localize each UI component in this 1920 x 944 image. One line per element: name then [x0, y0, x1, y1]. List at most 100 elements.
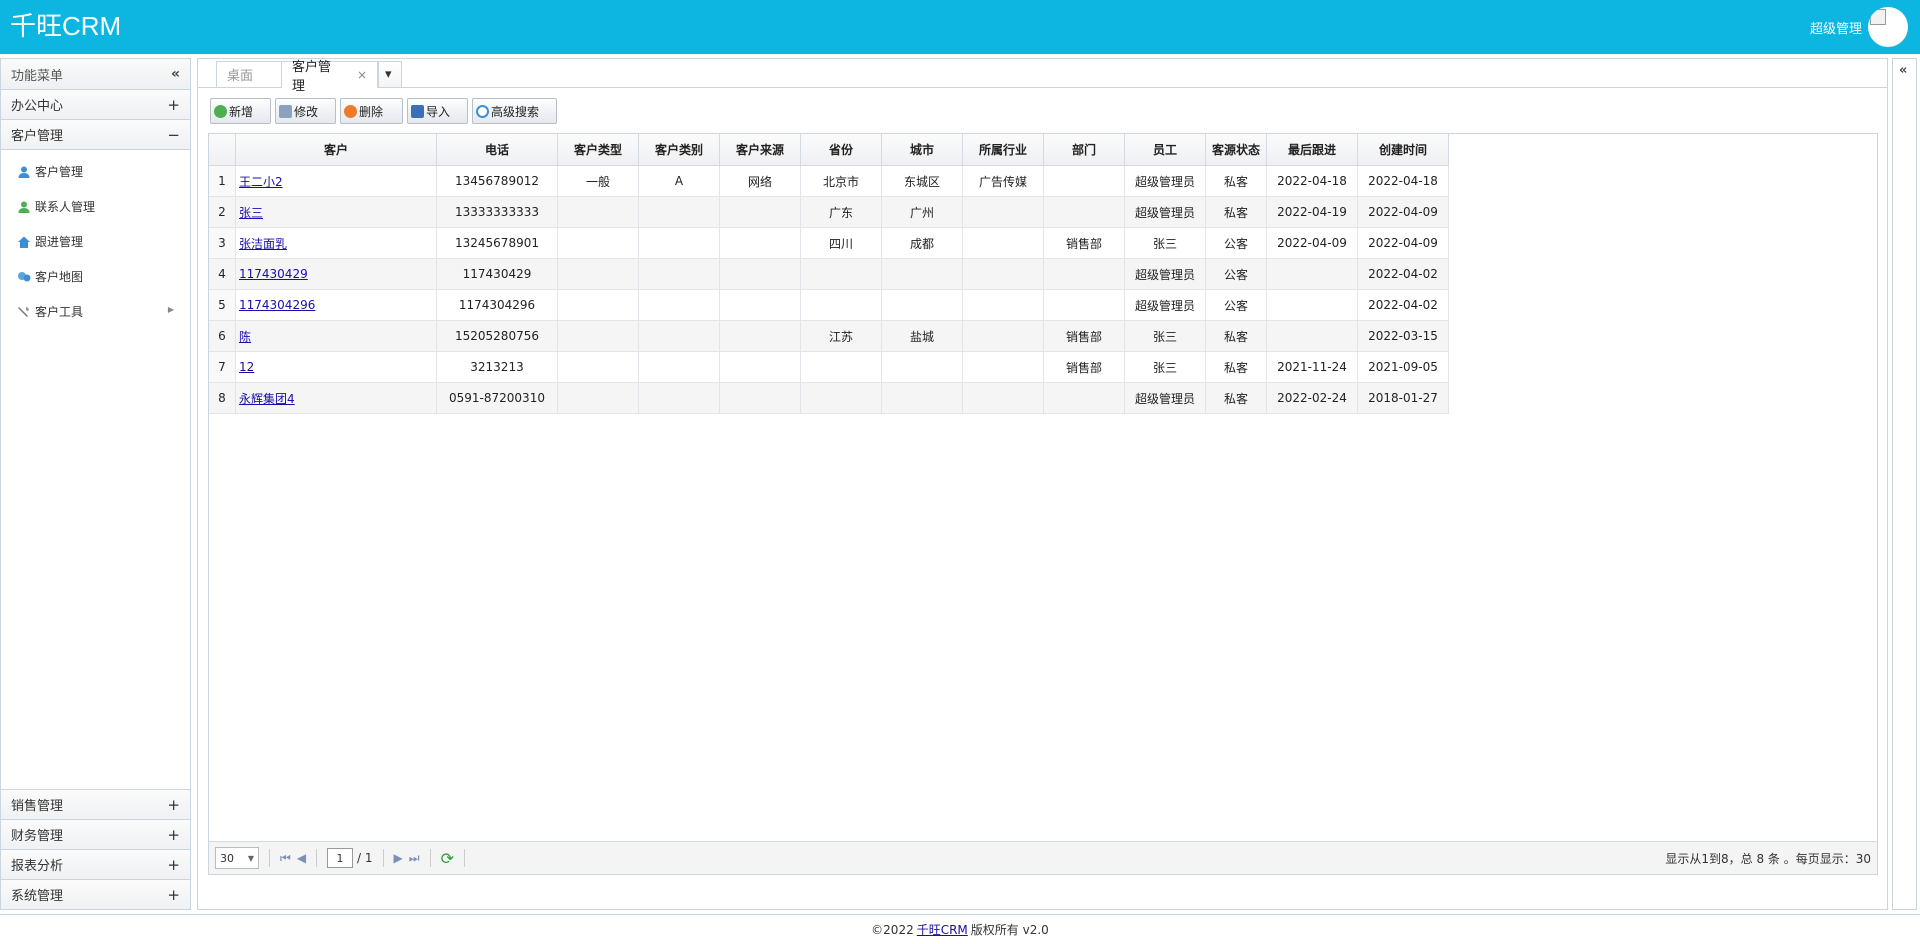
customer-link[interactable]: 12	[239, 360, 254, 374]
expand-icon[interactable]: +	[167, 856, 180, 874]
table-cell: 张三	[1124, 320, 1206, 352]
customer-name-cell[interactable]: 王二小2	[235, 165, 437, 197]
table-row[interactable]: 4 117430429 117430429 超级管理员 公客 2022-04-02	[209, 258, 1449, 290]
sidebar-section-sales[interactable]: 销售管理 +	[1, 789, 190, 819]
customer-link[interactable]: 1174304296	[239, 298, 315, 312]
collapse-icon[interactable]: «	[171, 66, 180, 82]
advanced-search-button[interactable]: 高级搜索	[472, 98, 557, 124]
customer-name-cell[interactable]: 永辉集团4	[235, 382, 437, 414]
column-header[interactable]: 省份	[800, 134, 882, 166]
user-area[interactable]: 超级管理	[1810, 4, 1908, 50]
table-cell	[1266, 289, 1358, 321]
prev-page-icon[interactable]: ◀	[297, 851, 306, 865]
row-number: 2	[209, 196, 236, 228]
column-header[interactable]: 部门	[1043, 134, 1125, 166]
button-label: 新增	[229, 104, 254, 119]
table-row[interactable]: 5 1174304296 1174304296 超级管理员 公客 2022-04-02	[209, 289, 1449, 321]
table-cell: 117430429	[436, 258, 558, 290]
brand-logo[interactable]: 千旺CRM	[10, 8, 121, 44]
table-row[interactable]: 6 陈 15205280756 江苏 盐城 销售部 张三 私客 2022-03-15	[209, 320, 1449, 352]
customer-name-cell[interactable]: 1174304296	[235, 289, 437, 321]
expand-icon[interactable]: +	[167, 826, 180, 844]
sidebar-section-customer[interactable]: 客户管理 −	[1, 120, 190, 150]
table-row[interactable]: 2 张三 13333333333 广东 广州 超级管理员 私客 2022-04-19 2022-…	[209, 196, 1449, 228]
table-cell	[557, 227, 639, 259]
column-header[interactable]: 城市	[881, 134, 963, 166]
username[interactable]: 超级管理	[1810, 18, 1862, 37]
column-header[interactable]: 所属行业	[962, 134, 1044, 166]
close-icon[interactable]: ×	[357, 68, 367, 82]
customer-name-cell[interactable]: 张洁面乳	[235, 227, 437, 259]
tab-desktop[interactable]: 桌面	[216, 61, 282, 87]
map-icon	[18, 271, 31, 281]
import-button[interactable]: 导入	[407, 98, 468, 124]
customer-link[interactable]: 张三	[239, 206, 263, 220]
refresh-icon[interactable]: ⟳	[441, 849, 454, 868]
table-cell: 2022-04-09	[1266, 227, 1358, 259]
column-header[interactable]: 客户类型	[557, 134, 639, 166]
table-cell: 成都	[881, 227, 963, 259]
sidebar-item-contact[interactable]: 联系人管理	[1, 189, 190, 224]
column-header[interactable]: 客户来源	[719, 134, 801, 166]
page-size-select[interactable]: 30 ▼	[215, 847, 259, 869]
sidebar-item-followup[interactable]: 跟进管理	[1, 224, 190, 259]
customer-link[interactable]: 张洁面乳	[239, 237, 287, 251]
customer-link[interactable]: 陈	[239, 330, 251, 344]
column-header[interactable]: 创建时间	[1357, 134, 1449, 166]
table-cell	[638, 382, 720, 414]
sidebar-section-finance[interactable]: 财务管理 +	[1, 819, 190, 849]
chevron-down-icon: ▾	[385, 67, 392, 82]
table-cell	[638, 258, 720, 290]
table-cell	[719, 382, 801, 414]
edit-button[interactable]: 修改	[275, 98, 336, 124]
sidebar-section-reports[interactable]: 报表分析 +	[1, 849, 190, 879]
sidebar-item-customer[interactable]: 客户管理	[1, 154, 190, 189]
delete-button[interactable]: 删除	[340, 98, 403, 124]
customer-name-cell[interactable]: 陈	[235, 320, 437, 352]
customer-name-cell[interactable]: 张三	[235, 196, 437, 228]
column-header[interactable]: 客户类别	[638, 134, 720, 166]
table-cell: 私客	[1205, 382, 1267, 414]
expand-panel-icon[interactable]: «	[1899, 63, 1907, 78]
expand-icon[interactable]: +	[167, 796, 180, 814]
page-number-input[interactable]: 1	[327, 848, 354, 868]
sidebar-section-system[interactable]: 系统管理 +	[1, 879, 190, 909]
first-page-icon[interactable]: ⏮	[280, 851, 291, 866]
add-button[interactable]: 新增	[210, 98, 271, 124]
column-header[interactable]: 客户	[235, 134, 437, 166]
collapse-section-icon[interactable]: −	[167, 126, 180, 144]
customer-link[interactable]: 王二小2	[239, 175, 283, 189]
table-cell	[881, 351, 963, 383]
table-row[interactable]: 1 王二小2 13456789012 一般 A 网络 北京市 东城区 广告传媒 超级管理员 私客 20…	[209, 165, 1449, 197]
sidebar-item-label: 客户管理	[35, 165, 84, 179]
table-row[interactable]: 8 永辉集团4 0591-87200310 超级管理员 私客 2022-02-24 2018…	[209, 382, 1449, 414]
tab-more-dropdown[interactable]: ▾	[378, 61, 402, 87]
customer-name-cell[interactable]: 117430429	[235, 258, 437, 290]
customer-link[interactable]: 永辉集团4	[239, 392, 295, 406]
main-panel: 桌面 客户管理 × ▾ 新增 修改 删除 导入 高级搜索 客户 电话 客户类型 …	[197, 58, 1888, 910]
table-row[interactable]: 3 张洁面乳 13245678901 四川 成都 销售部 张三 公客 2022-04-09 202…	[209, 227, 1449, 259]
table-cell: 2022-04-02	[1357, 289, 1449, 321]
expand-icon[interactable]: +	[167, 96, 180, 114]
sidebar-item-map[interactable]: 客户地图	[1, 259, 190, 294]
table-cell	[800, 289, 882, 321]
user-icon	[18, 166, 30, 178]
sidebar-item-tools[interactable]: 客户工具 ▶	[1, 294, 190, 329]
tab-customer-management[interactable]: 客户管理 ×	[281, 60, 378, 94]
table-row[interactable]: 7 12 3213213 销售部 张三 私客 2021-11-24 2021-09-05	[209, 351, 1449, 383]
column-header[interactable]: 电话	[436, 134, 558, 166]
last-page-icon[interactable]: ⏭	[409, 851, 420, 866]
column-header[interactable]: 最后跟进	[1266, 134, 1358, 166]
sidebar-section-office[interactable]: 办公中心 +	[1, 90, 190, 120]
column-header[interactable]: 客源状态	[1205, 134, 1267, 166]
footer-link[interactable]: 千旺CRM	[917, 921, 968, 938]
avatar[interactable]	[1868, 7, 1908, 47]
expand-icon[interactable]: +	[167, 886, 180, 904]
table-cell	[881, 289, 963, 321]
customer-link[interactable]: 117430429	[239, 267, 308, 281]
next-page-icon[interactable]: ▶	[394, 851, 403, 865]
column-header[interactable]: 员工	[1124, 134, 1206, 166]
divider	[429, 849, 431, 867]
customer-name-cell[interactable]: 12	[235, 351, 437, 383]
table-cell	[638, 289, 720, 321]
